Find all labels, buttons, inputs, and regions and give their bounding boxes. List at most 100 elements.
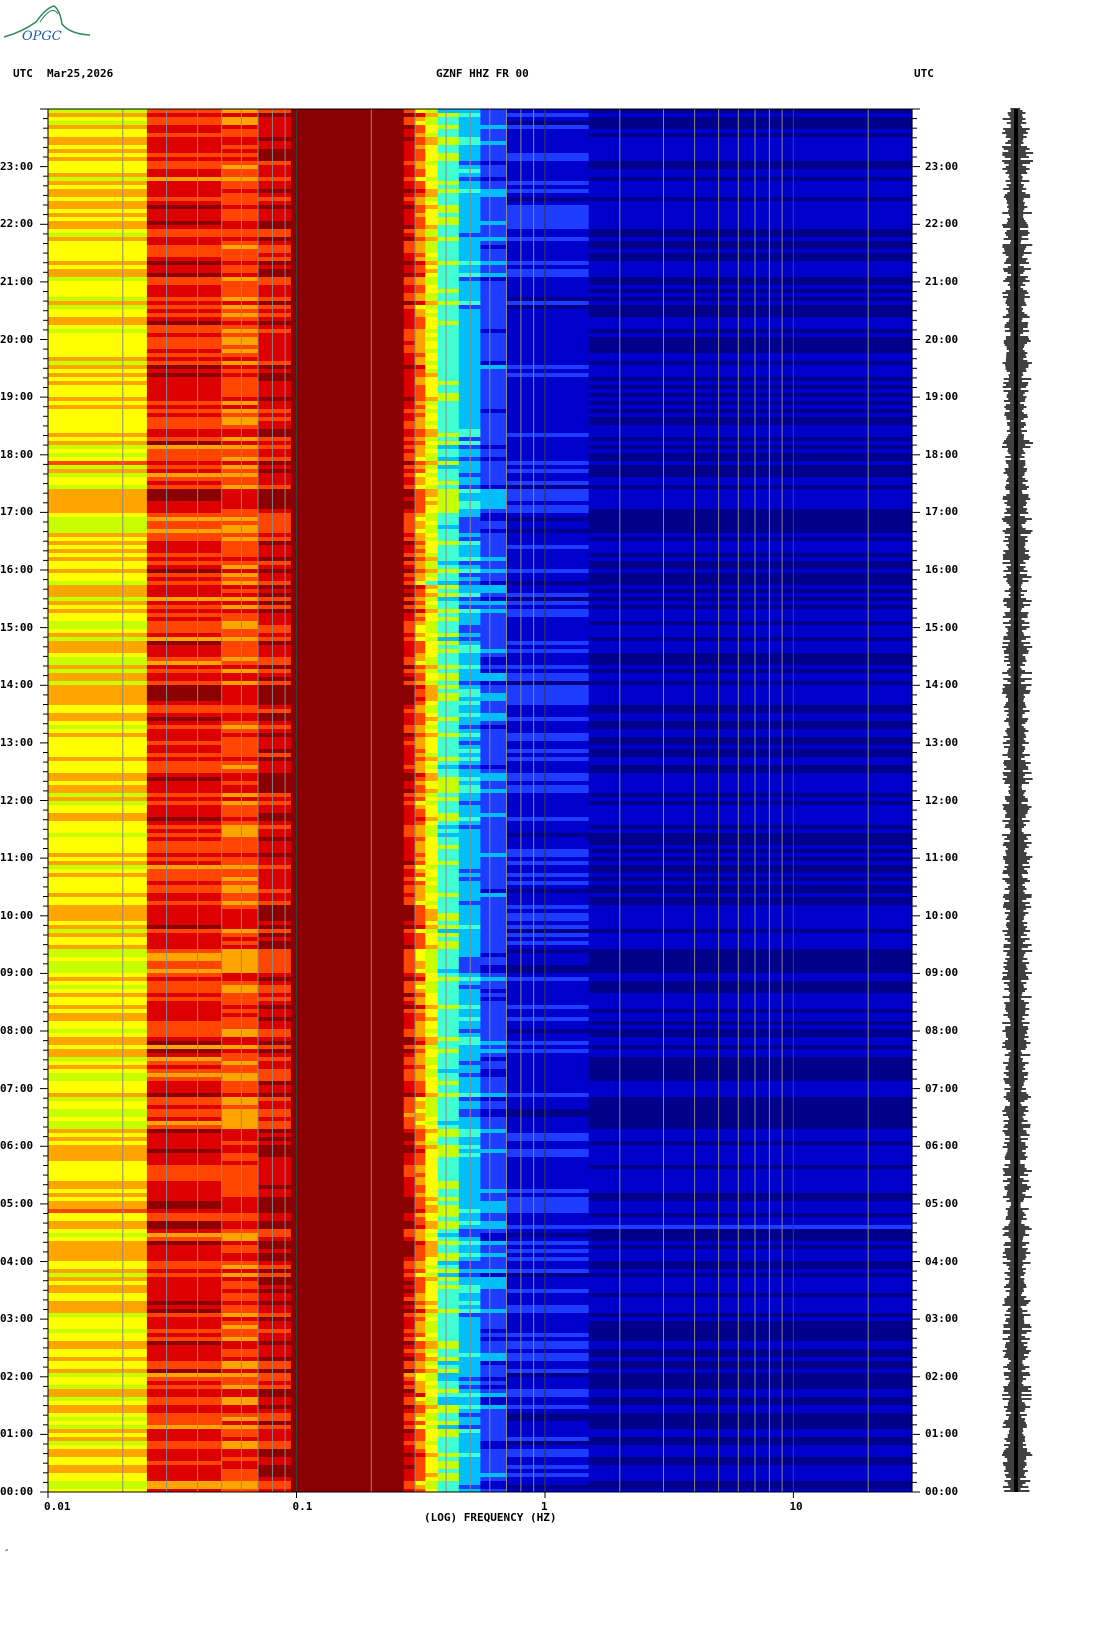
heatmap-cell — [258, 1049, 292, 1053]
heatmap-cell — [425, 445, 439, 449]
heatmap-cell — [290, 461, 405, 465]
heatmap-cell — [403, 269, 416, 273]
heatmap-cell — [415, 625, 426, 629]
heatmap-cell — [258, 765, 292, 769]
heatmap-cell — [221, 285, 259, 289]
heatmap-cell — [437, 149, 460, 153]
heatmap-cell — [48, 289, 148, 293]
heatmap-cell — [425, 1033, 439, 1037]
heatmap-cell — [258, 781, 292, 785]
heatmap-cell — [415, 997, 426, 1001]
heatmap-cell — [425, 1245, 439, 1249]
heatmap-cell — [48, 1069, 148, 1073]
heatmap-cell — [146, 597, 223, 601]
heatmap-cell — [146, 1073, 223, 1077]
heatmap-cell — [258, 1097, 292, 1101]
heatmap-cell — [403, 261, 416, 265]
heatmap-cell — [48, 909, 148, 913]
heatmap-cell — [403, 1249, 416, 1253]
heatmap-cell — [437, 925, 460, 929]
heatmap-cell — [437, 1333, 460, 1337]
heatmap-cell — [506, 901, 590, 905]
heatmap-cell — [588, 1473, 913, 1477]
heatmap-cell — [48, 1445, 148, 1449]
heatmap-cell — [221, 1457, 259, 1461]
heatmap-cell — [403, 1385, 416, 1389]
heatmap-cell — [290, 1089, 405, 1093]
heatmap-cell — [415, 1053, 426, 1057]
heatmap-cell — [48, 777, 148, 781]
heatmap-cell — [480, 1309, 507, 1313]
heatmap-cell — [506, 189, 590, 193]
heatmap-cell — [437, 145, 460, 149]
heatmap-cell — [588, 973, 913, 977]
heatmap-cell — [415, 185, 426, 189]
heatmap-cell — [506, 1005, 590, 1009]
heatmap-cell — [48, 869, 148, 873]
heatmap-cell — [146, 453, 223, 457]
heatmap-cell — [48, 1481, 148, 1485]
heatmap-cell — [290, 1437, 405, 1441]
heatmap-cell — [221, 945, 259, 949]
heatmap-cell — [403, 785, 416, 789]
heatmap-cell — [480, 737, 507, 741]
heatmap-cell — [437, 1473, 460, 1477]
heatmap-cell — [480, 1377, 507, 1381]
heatmap-cell — [425, 1477, 439, 1481]
heatmap-cell — [290, 981, 405, 985]
heatmap-cell — [480, 1141, 507, 1145]
heatmap-cell — [258, 177, 292, 181]
heatmap-cell — [146, 425, 223, 429]
heatmap-cell — [290, 1217, 405, 1221]
heatmap-cell — [437, 273, 460, 277]
heatmap-cell — [290, 597, 405, 601]
heatmap-cell — [480, 1321, 507, 1325]
heatmap-cell — [146, 241, 223, 245]
heatmap-cell — [425, 929, 439, 933]
heatmap-cell — [480, 365, 507, 369]
heatmap-cell — [403, 365, 416, 369]
heatmap-cell — [221, 313, 259, 317]
left-time-label: 10:00 — [0, 908, 34, 922]
heatmap-cell — [415, 785, 426, 789]
heatmap-cell — [221, 1197, 259, 1201]
heatmap-cell — [48, 1225, 148, 1229]
heatmap-cell — [221, 429, 259, 433]
heatmap-cell — [425, 905, 439, 909]
heatmap-cell — [403, 1225, 416, 1229]
heatmap-cell — [506, 849, 590, 853]
heatmap-cell — [258, 793, 292, 797]
left-time-label: 07:00 — [0, 1081, 34, 1095]
heatmap-cell — [506, 1241, 590, 1245]
heatmap-cell — [588, 497, 913, 501]
heatmap-cell — [437, 401, 460, 405]
heatmap-cell — [290, 921, 405, 925]
heatmap-cell — [480, 845, 507, 849]
heatmap-cell — [48, 1277, 148, 1281]
heatmap-cell — [506, 1125, 590, 1129]
heatmap-cell — [437, 585, 460, 589]
heatmap-cell — [437, 1213, 460, 1217]
heatmap-cell — [48, 1025, 148, 1029]
heatmap-cell — [290, 1145, 405, 1149]
left-time-label: 06:00 — [0, 1139, 34, 1153]
heatmap-cell — [588, 1165, 913, 1169]
heatmap-cell — [146, 409, 223, 413]
heatmap-cell — [258, 637, 292, 641]
heatmap-cell — [146, 265, 223, 269]
heatmap-cell — [480, 325, 507, 329]
heatmap-cell — [258, 1325, 292, 1329]
heatmap-cell — [146, 417, 223, 421]
heatmap-cell — [48, 1109, 148, 1113]
heatmap-cell — [588, 981, 913, 985]
heatmap-cell — [258, 817, 292, 821]
heatmap-cell — [415, 837, 426, 841]
heatmap-cell — [415, 645, 426, 649]
heatmap-cell — [480, 1029, 507, 1033]
heatmap-cell — [146, 973, 223, 977]
heatmap-cell — [290, 157, 405, 161]
heatmap-cell — [48, 693, 148, 697]
heatmap-cell — [588, 1181, 913, 1185]
heatmap-cell — [48, 885, 148, 889]
heatmap-cell — [588, 125, 913, 129]
